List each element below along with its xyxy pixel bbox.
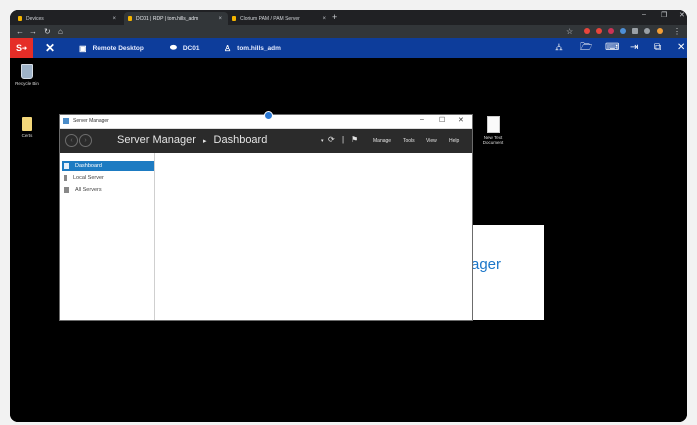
desktop-icon-recycle-bin[interactable]: Recycle Bin xyxy=(12,64,42,86)
monitor-icon: ▣ xyxy=(79,43,87,53)
app-logo-icon[interactable]: S ➜ xyxy=(10,38,33,58)
forward-button[interactable]: → xyxy=(29,26,37,37)
remote-cursor-icon xyxy=(264,111,273,120)
servers-icon xyxy=(64,187,69,193)
browser-tab-devices[interactable]: Devices × xyxy=(14,12,122,25)
desktop-icon-label: Certs xyxy=(21,133,33,138)
recycle-bin-icon xyxy=(21,64,33,79)
extension-icon[interactable] xyxy=(620,28,626,34)
dropdown-icon[interactable]: ▾ xyxy=(321,138,324,144)
tab-close-icon[interactable]: × xyxy=(112,16,116,22)
browser-tab-pam-server[interactable]: Clorium PAM / PAM Server × xyxy=(228,12,332,25)
reload-button[interactable]: ↻ xyxy=(44,26,51,37)
tab-favicon-icon xyxy=(232,16,236,21)
tab-label: Devices xyxy=(26,15,44,22)
window-minimize-button[interactable]: – xyxy=(420,116,424,123)
toolbar-item-remote-desktop[interactable]: ▣ Remote Desktop xyxy=(79,38,144,58)
window-maximize-button[interactable]: ☐ xyxy=(439,116,445,124)
forward-arrow-icon[interactable]: › xyxy=(79,134,92,147)
server-manager-sidebar: Dashboard Local Server All Servers xyxy=(60,153,155,320)
browser-toolbar: ← → ↻ ⌂ ☆ ⋮ xyxy=(10,25,687,38)
extensions-puzzle-icon[interactable] xyxy=(644,28,650,34)
dashboard-icon xyxy=(64,163,69,169)
breadcrumb-separator: ▸ xyxy=(202,138,207,145)
menu-view[interactable]: View xyxy=(426,138,437,144)
close-icon[interactable]: ✕ xyxy=(677,41,685,55)
text-document-icon xyxy=(486,116,500,133)
folder-icon[interactable]: 🗁 xyxy=(580,41,592,55)
server-manager-window[interactable]: Server Manager – ☐ ✕ ‹ › Server Manager … xyxy=(60,115,472,320)
browser-tab-strip: Devices × DC01 | RDP | tom.hills_adm × C… xyxy=(10,10,687,25)
server-manager-icon xyxy=(63,118,69,124)
new-tab-button[interactable]: + xyxy=(332,12,337,23)
breadcrumb-page: Dashboard xyxy=(213,134,268,146)
background-window[interactable]: ager xyxy=(471,225,544,320)
background-window-text: ager xyxy=(471,256,502,273)
sidebar-item-dashboard[interactable]: Dashboard xyxy=(62,161,154,171)
notifications-flag-icon[interactable]: ⚑ xyxy=(351,135,358,144)
user-icon: ♙ xyxy=(224,43,232,53)
restore-button[interactable]: ❐ xyxy=(661,11,667,19)
toolbar-item-label: tom.hills_adm xyxy=(237,44,281,52)
tab-close-icon[interactable]: × xyxy=(218,16,222,22)
tab-favicon-icon xyxy=(18,16,22,21)
close-window-button[interactable]: ✕ xyxy=(679,11,685,19)
back-arrow-icon[interactable]: ‹ xyxy=(65,134,78,147)
folder-icon xyxy=(22,117,32,131)
tab-label: Clorium PAM / PAM Server xyxy=(240,15,300,22)
menu-help[interactable]: Help xyxy=(449,138,459,144)
remote-session-toolbar: S ➜ ✕ ▣ Remote Desktop ⬬ DC01 ♙ tom.hills… xyxy=(10,38,687,58)
remote-desktop: Recycle Bin Certs New Text Document ager… xyxy=(10,58,687,422)
toolbar-item-label: Remote Desktop xyxy=(92,44,144,52)
window-title: Server Manager xyxy=(73,118,109,124)
toolbar-item-label: DC01 xyxy=(182,44,200,52)
refresh-icon[interactable]: ⟳ xyxy=(328,135,335,144)
sidebar-item-local-server[interactable]: Local Server xyxy=(62,173,154,183)
server-icon: ⬬ xyxy=(170,43,177,52)
home-button[interactable]: ⌂ xyxy=(58,26,63,37)
sidebar-item-label: All Servers xyxy=(75,187,102,193)
extension-icon[interactable] xyxy=(584,28,590,34)
server-manager-header: ‹ › Server Manager ▸ Dashboard ▾ ⟳ | ⚑ M… xyxy=(60,129,472,153)
network-icon[interactable]: ⛼ xyxy=(555,41,563,55)
browser-tab-dc01-rdp[interactable]: DC01 | RDP | tom.hills_adm × xyxy=(124,12,228,25)
sidebar-item-label: Dashboard xyxy=(75,163,102,169)
popout-icon[interactable]: ⧉ xyxy=(654,41,661,55)
divider: | xyxy=(342,135,345,144)
close-session-icon[interactable]: ✕ xyxy=(45,40,55,56)
desktop-icon-new-text-document[interactable]: New Text Document xyxy=(476,116,510,145)
profile-avatar-icon[interactable] xyxy=(657,28,663,34)
breadcrumb: Server Manager ▸ Dashboard xyxy=(117,134,267,146)
toolbar-item-dc01[interactable]: ⬬ DC01 xyxy=(170,38,199,58)
minimize-button[interactable]: – xyxy=(642,11,646,18)
extension-icon[interactable] xyxy=(608,28,614,34)
tab-close-icon[interactable]: × xyxy=(322,16,326,22)
extension-icon[interactable] xyxy=(596,28,602,34)
desktop-icon-label: Recycle Bin xyxy=(15,81,39,86)
menu-tools[interactable]: Tools xyxy=(403,138,415,144)
desktop-icon-certs[interactable]: Certs xyxy=(13,117,41,138)
sidebar-item-label: Local Server xyxy=(73,175,104,181)
extension-icon[interactable] xyxy=(632,28,638,34)
screen-frame: Devices × DC01 | RDP | tom.hills_adm × C… xyxy=(10,10,687,422)
tab-favicon-icon xyxy=(128,16,132,21)
server-icon xyxy=(64,175,67,181)
desktop-icon-label: New Text Document xyxy=(482,135,504,145)
bookmark-star-icon[interactable]: ☆ xyxy=(566,26,573,37)
menu-manage[interactable]: Manage xyxy=(373,138,391,144)
sidebar-item-all-servers[interactable]: All Servers xyxy=(62,185,154,195)
breadcrumb-app: Server Manager xyxy=(117,134,196,146)
keyboard-icon[interactable]: ⌨ xyxy=(605,41,619,55)
window-close-button[interactable]: ✕ xyxy=(458,116,464,124)
exit-icon[interactable]: ⇥ xyxy=(630,41,638,55)
back-button[interactable]: ← xyxy=(16,26,24,37)
tab-label: DC01 | RDP | tom.hills_adm xyxy=(136,15,199,22)
toolbar-item-user[interactable]: ♙ tom.hills_adm xyxy=(224,38,281,58)
browser-menu-icon[interactable]: ⋮ xyxy=(673,26,681,37)
